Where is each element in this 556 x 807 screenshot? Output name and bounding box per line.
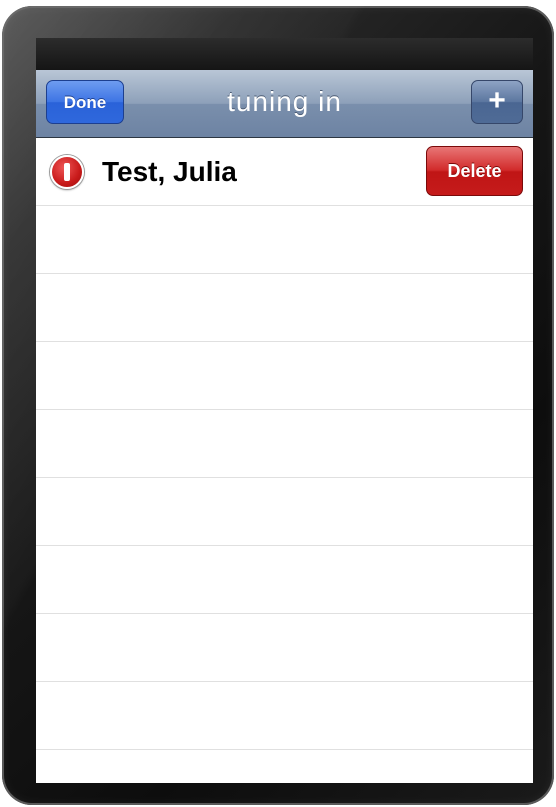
empty-row bbox=[36, 206, 533, 274]
add-button[interactable]: + bbox=[471, 80, 523, 124]
device-frame: Done tuning in + Test, Julia Delete bbox=[2, 6, 554, 805]
status-bar bbox=[36, 38, 533, 70]
screen: Done tuning in + Test, Julia Delete bbox=[36, 38, 533, 783]
navigation-bar: Done tuning in + bbox=[36, 70, 533, 138]
empty-row bbox=[36, 546, 533, 614]
minus-bar bbox=[64, 163, 70, 181]
delete-toggle-icon[interactable] bbox=[50, 155, 84, 189]
list-item-label: Test, Julia bbox=[102, 156, 237, 187]
empty-row bbox=[36, 478, 533, 546]
contact-list: Test, Julia Delete bbox=[36, 138, 533, 750]
empty-row bbox=[36, 410, 533, 478]
empty-row bbox=[36, 682, 533, 750]
list-item[interactable]: Test, Julia Delete bbox=[36, 138, 533, 206]
empty-row bbox=[36, 342, 533, 410]
page-title: tuning in bbox=[227, 86, 342, 117]
empty-row bbox=[36, 614, 533, 682]
empty-row bbox=[36, 274, 533, 342]
delete-button[interactable]: Delete bbox=[426, 146, 523, 196]
